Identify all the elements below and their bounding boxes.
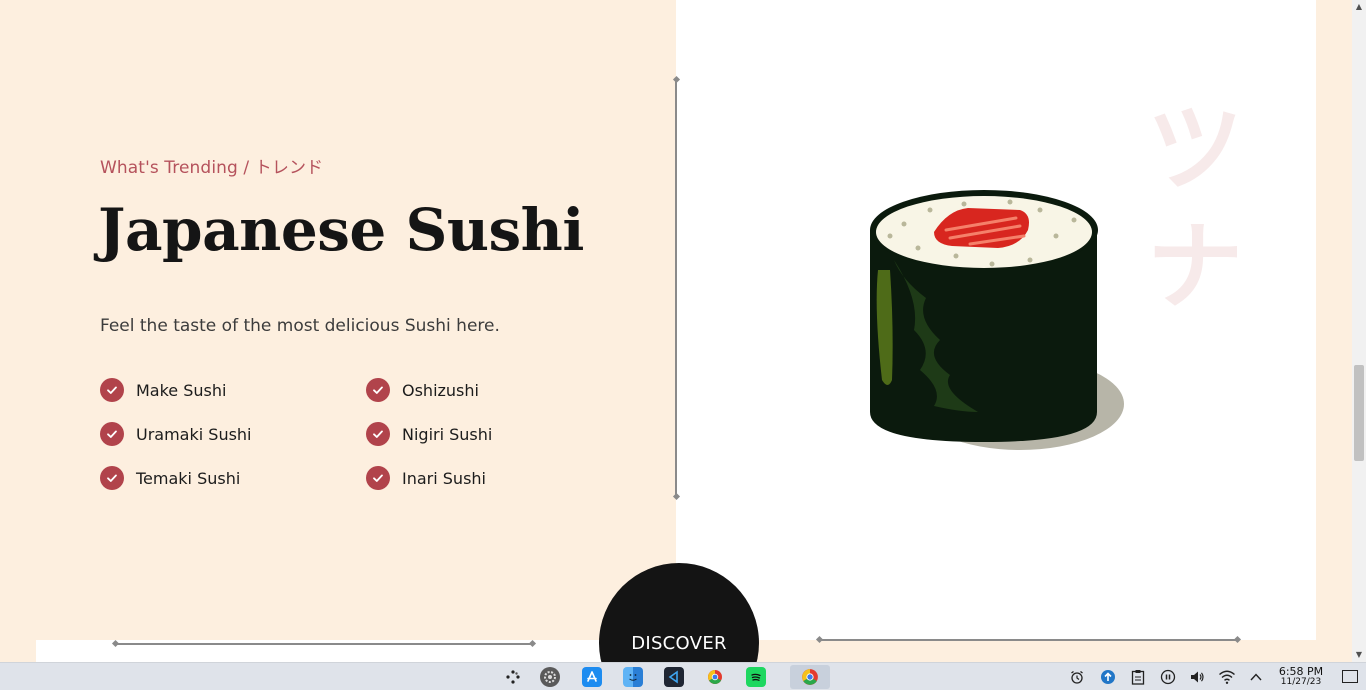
taskbar: 6:58 PM 11/27/23	[0, 662, 1366, 690]
feature-item: Uramaki Sushi	[100, 421, 252, 447]
clipboard-icon[interactable]	[1129, 668, 1147, 686]
scroll-down-arrow[interactable]: ▼	[1353, 650, 1365, 660]
horizontal-line-right	[819, 639, 1237, 641]
feature-label: Make Sushi	[136, 380, 227, 400]
hero-subtitle: Feel the taste of the most delicious Sus…	[100, 316, 500, 336]
spotify-icon[interactable]	[746, 667, 766, 687]
feature-item: Oshizushi	[366, 377, 479, 403]
chevron-up-icon[interactable]	[1247, 668, 1265, 686]
check-icon	[100, 378, 124, 402]
section-eyebrow: What's Trending / トレンド	[100, 158, 324, 178]
app-store-icon[interactable]	[582, 667, 602, 687]
chrome-active-icon[interactable]	[800, 667, 820, 687]
feature-item: Nigiri Sushi	[366, 421, 492, 447]
vscode-icon[interactable]	[664, 667, 684, 687]
background-kana: ツナ	[1147, 93, 1243, 323]
page-title: Japanese Sushi	[98, 196, 584, 264]
scroll-up-arrow[interactable]: ▲	[1353, 2, 1365, 12]
system-preferences-icon[interactable]	[540, 667, 560, 687]
check-icon	[366, 422, 390, 446]
volume-icon[interactable]	[1188, 668, 1206, 686]
feature-label: Uramaki Sushi	[136, 424, 252, 444]
feature-item: Temaki Sushi	[100, 465, 240, 491]
vertical-divider-line	[675, 80, 677, 497]
feature-label: Temaki Sushi	[136, 468, 241, 488]
feature-label: Nigiri Sushi	[402, 424, 493, 444]
right-edge-strip	[1316, 0, 1352, 662]
scrollbar-track[interactable]	[1352, 0, 1366, 662]
update-icon[interactable]	[1099, 668, 1117, 686]
alarm-icon[interactable]	[1068, 668, 1086, 686]
pause-icon[interactable]	[1159, 668, 1177, 686]
check-icon	[100, 422, 124, 446]
horizontal-line-left	[115, 643, 533, 645]
wifi-icon[interactable]	[1218, 668, 1236, 686]
finder-icon[interactable]	[623, 667, 643, 687]
sushi-roll-illustration	[870, 190, 1124, 450]
notification-center-icon[interactable]	[1342, 670, 1358, 683]
check-icon	[100, 466, 124, 490]
check-icon	[366, 378, 390, 402]
feature-item: Inari Sushi	[366, 465, 486, 491]
scrollbar-thumb[interactable]	[1354, 365, 1364, 461]
feature-label: Inari Sushi	[402, 468, 486, 488]
feature-item: Make Sushi	[100, 377, 226, 403]
clock-date[interactable]: 11/27/23	[1274, 677, 1328, 687]
pinwheel-icon[interactable]	[503, 667, 523, 687]
check-icon	[366, 466, 390, 490]
feature-label: Oshizushi	[402, 380, 479, 400]
chrome-icon[interactable]	[705, 667, 725, 687]
